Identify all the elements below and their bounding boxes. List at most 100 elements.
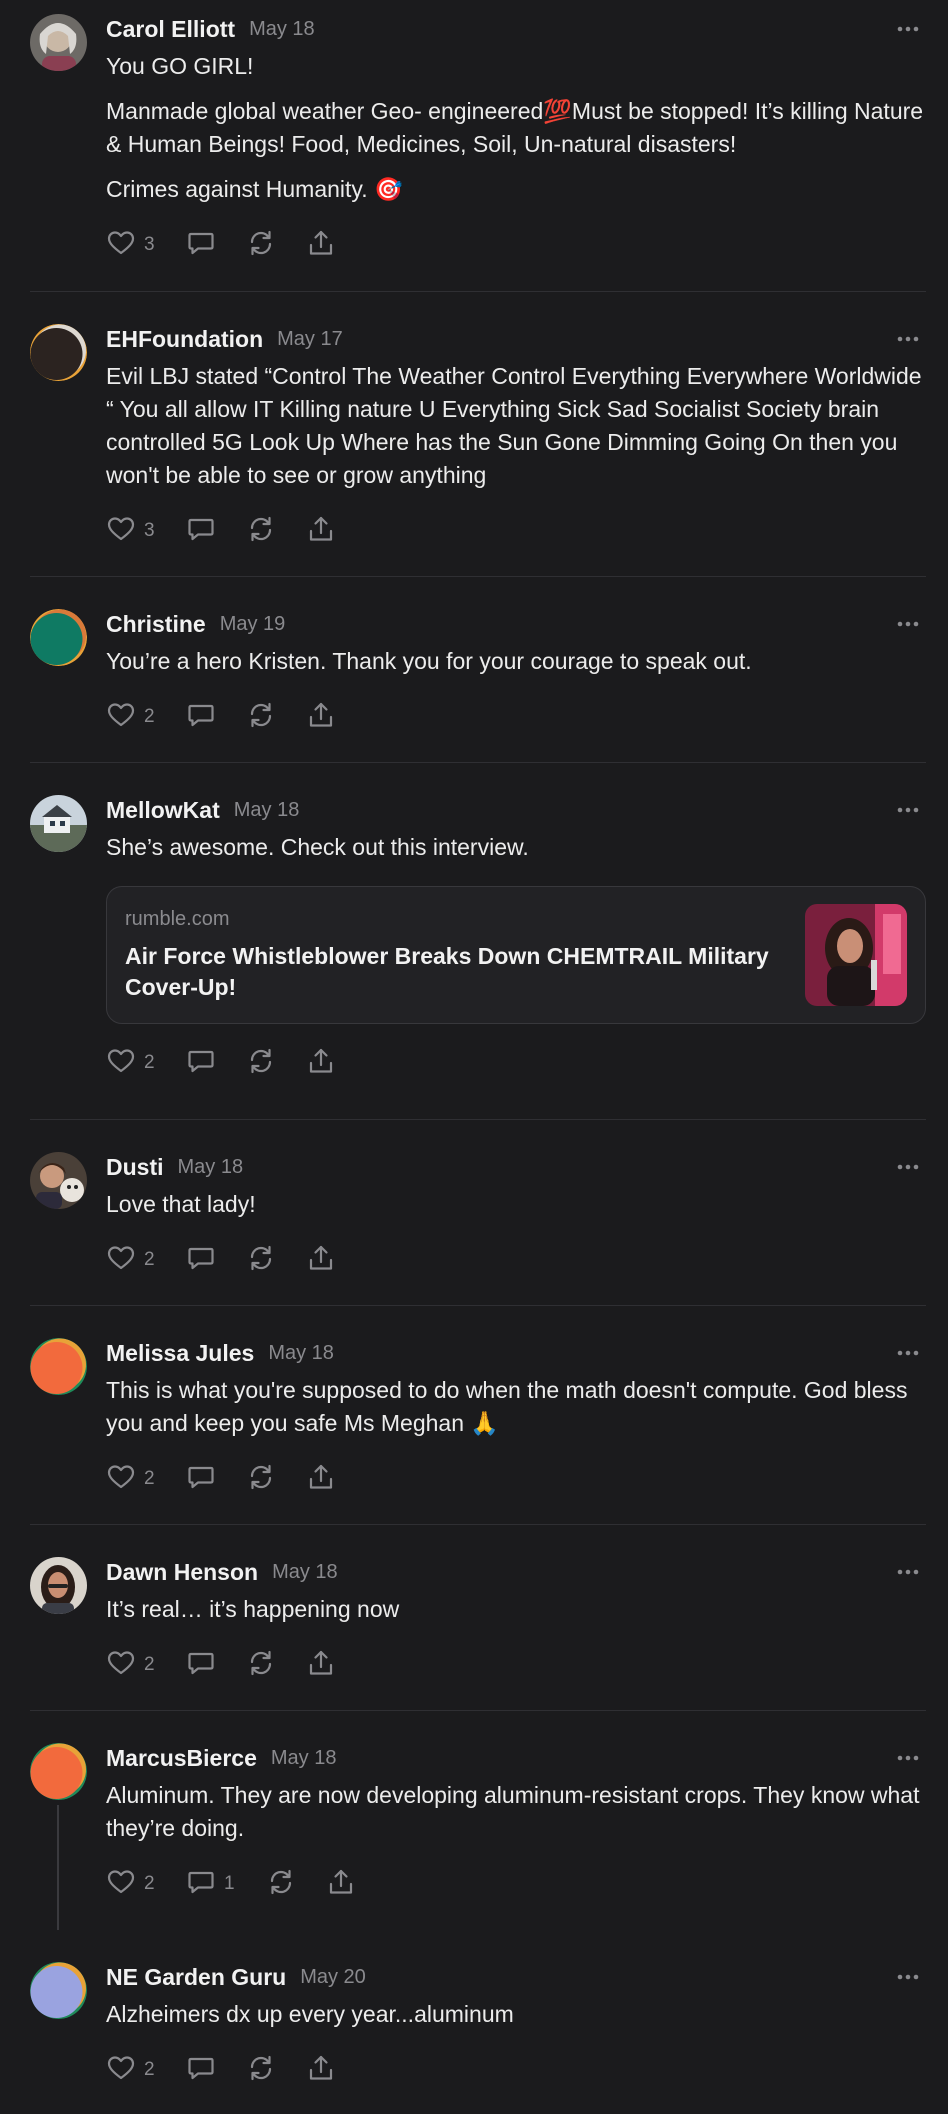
restack-button[interactable]	[246, 1648, 276, 1683]
reply-button[interactable]: 1	[186, 1867, 236, 1902]
comment-bubble-icon	[186, 1462, 216, 1497]
author-name[interactable]: MellowKat	[106, 797, 220, 824]
heart-icon	[106, 1243, 136, 1278]
more-dots-icon[interactable]	[890, 1743, 926, 1773]
comment: Christine May 19 You’re a hero Kristen. …	[0, 577, 948, 763]
like-button[interactable]: 3	[106, 228, 156, 263]
comment-date[interactable]: May 18	[272, 1561, 338, 1584]
more-dots-icon[interactable]	[890, 14, 926, 44]
like-button[interactable]: 2	[106, 2053, 156, 2088]
restack-icon	[246, 228, 276, 263]
comment-date[interactable]: May 18	[271, 1747, 337, 1770]
author-name[interactable]: Melissa Jules	[106, 1340, 254, 1367]
reply-button[interactable]	[186, 700, 216, 735]
comment-date[interactable]: May 19	[220, 613, 286, 636]
comment-text: It’s real… it’s happening now	[106, 1596, 400, 1622]
author-name[interactable]: EHFoundation	[106, 326, 263, 353]
comment-text: Aluminum. They are now developing alumin…	[106, 1782, 926, 1841]
comment-date[interactable]: May 18	[234, 799, 300, 822]
link-domain: rumble.com	[125, 907, 230, 930]
restack-button[interactable]	[246, 1462, 276, 1497]
comment-date[interactable]: May 18	[178, 1156, 244, 1179]
comment: Dawn Henson May 18 It’s real… it’s happe…	[0, 1525, 948, 1711]
reply-button[interactable]	[186, 2053, 216, 2088]
comment-date[interactable]: May 18	[268, 1342, 334, 1365]
comment-date[interactable]: May 20	[300, 1966, 366, 1989]
restack-button[interactable]	[266, 1867, 296, 1902]
comment: Dusti May 18 Love that lady! 2	[0, 1120, 948, 1306]
comment: NE Garden Guru May 20 Alzheimers dx up e…	[0, 1930, 948, 2114]
avatar[interactable]	[30, 1743, 87, 1800]
avatar[interactable]	[30, 1152, 87, 1209]
like-button[interactable]: 2	[106, 700, 156, 735]
reply-button[interactable]	[186, 1462, 216, 1497]
share-button[interactable]	[306, 1648, 336, 1683]
more-dots-icon[interactable]	[890, 1152, 926, 1182]
restack-icon	[246, 1046, 276, 1081]
avatar[interactable]	[30, 1557, 87, 1614]
link-preview-card[interactable]: rumble.com Air Force Whistleblower Break…	[106, 886, 926, 1024]
author-name[interactable]: NE Garden Guru	[106, 1964, 286, 1991]
reply-button[interactable]	[186, 1243, 216, 1278]
avatar[interactable]	[30, 14, 87, 71]
comment-actions: 2	[106, 700, 926, 734]
share-button[interactable]	[306, 514, 336, 549]
restack-button[interactable]	[246, 1046, 276, 1081]
comment: Carol Elliott May 18 You GO GIRL! Manmad…	[0, 0, 948, 292]
avatar[interactable]	[30, 609, 87, 666]
share-button[interactable]	[306, 1243, 336, 1278]
restack-button[interactable]	[246, 2053, 276, 2088]
comment-bubble-icon	[186, 700, 216, 735]
reply-button[interactable]	[186, 514, 216, 549]
restack-icon	[246, 1462, 276, 1497]
comment: EHFoundation May 17 Evil LBJ stated “Con…	[0, 292, 948, 577]
avatar[interactable]	[30, 795, 87, 852]
share-button[interactable]	[306, 2053, 336, 2088]
author-name[interactable]: MarcusBierce	[106, 1745, 257, 1772]
like-button[interactable]: 3	[106, 514, 156, 549]
heart-icon	[106, 1046, 136, 1081]
restack-button[interactable]	[246, 228, 276, 263]
like-button[interactable]: 2	[106, 1867, 156, 1902]
restack-button[interactable]	[246, 514, 276, 549]
avatar[interactable]	[30, 1962, 87, 2019]
share-button[interactable]	[306, 1462, 336, 1497]
share-button[interactable]	[306, 228, 336, 263]
restack-button[interactable]	[246, 1243, 276, 1278]
reply-button[interactable]	[186, 1648, 216, 1683]
comment-actions: 2 1	[106, 1867, 926, 1901]
avatar[interactable]	[30, 324, 87, 381]
author-name[interactable]: Dawn Henson	[106, 1559, 258, 1586]
reply-button[interactable]	[186, 228, 216, 263]
restack-icon	[246, 1648, 276, 1683]
like-button[interactable]: 2	[106, 1046, 156, 1081]
like-count: 3	[144, 234, 155, 255]
comment-text: Evil LBJ stated “Control The Weather Con…	[106, 363, 928, 488]
author-name[interactable]: Carol Elliott	[106, 16, 235, 43]
restack-button[interactable]	[246, 700, 276, 735]
comment-date[interactable]: May 18	[249, 18, 315, 41]
like-button[interactable]: 2	[106, 1462, 156, 1497]
more-dots-icon[interactable]	[890, 795, 926, 825]
comment-text: You’re a hero Kristen. Thank you for you…	[106, 648, 752, 674]
reply-button[interactable]	[186, 1046, 216, 1081]
share-button[interactable]	[326, 1867, 356, 1902]
like-count: 2	[144, 706, 155, 727]
avatar[interactable]	[30, 1338, 87, 1395]
heart-icon	[106, 1648, 136, 1683]
share-icon	[306, 1462, 336, 1497]
share-button[interactable]	[306, 1046, 336, 1081]
like-button[interactable]: 2	[106, 1243, 156, 1278]
more-dots-icon[interactable]	[890, 609, 926, 639]
more-dots-icon[interactable]	[890, 324, 926, 354]
more-dots-icon[interactable]	[890, 1962, 926, 1992]
share-button[interactable]	[306, 700, 336, 735]
comment-date[interactable]: May 17	[277, 328, 343, 351]
like-count: 2	[144, 1873, 155, 1894]
author-name[interactable]: Dusti	[106, 1154, 164, 1181]
like-button[interactable]: 2	[106, 1648, 156, 1683]
more-dots-icon[interactable]	[890, 1557, 926, 1587]
more-dots-icon[interactable]	[890, 1338, 926, 1368]
like-count: 2	[144, 1468, 155, 1489]
author-name[interactable]: Christine	[106, 611, 206, 638]
